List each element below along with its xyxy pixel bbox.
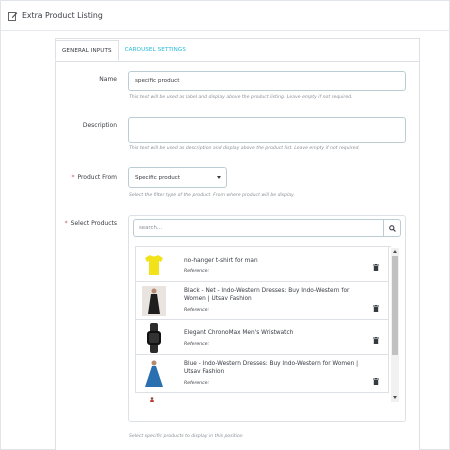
edit-icon xyxy=(8,11,18,21)
search-icon xyxy=(388,224,396,232)
select-products-label-text: Select Products xyxy=(70,220,117,227)
product-name: Black - Net - Indo-Western Dresses: Buy … xyxy=(184,288,350,302)
tshirt-image xyxy=(145,255,163,275)
name-help: This text will be used as label and disp… xyxy=(129,95,353,100)
product-from-label: * Product From xyxy=(60,174,117,181)
trash-icon[interactable] xyxy=(373,305,379,312)
list-item[interactable]: no-hanger t-shirt for man Reference: xyxy=(135,247,389,282)
product-reference: Reference: xyxy=(184,269,209,274)
scrollbar-thumb[interactable] xyxy=(392,256,398,355)
select-products-help: Select specific products to display in t… xyxy=(129,434,243,439)
list-item[interactable]: Elegant ChronoMax Men's Wristwatch Refer… xyxy=(135,320,389,355)
scroll-down-icon[interactable] xyxy=(393,396,397,399)
product-name: Blue - Indo-Western Dresses: Buy Indo-We… xyxy=(184,361,359,375)
product-reference: Reference: xyxy=(184,381,209,386)
description-label: Description xyxy=(82,122,117,129)
name-input[interactable]: specific product xyxy=(128,71,406,91)
tab-general-inputs[interactable]: GENERAL INPUTS xyxy=(55,40,119,61)
product-name: Elegant ChronoMax Men's Wristwatch xyxy=(184,330,294,336)
list-item[interactable]: Black - Net - Indo-Western Dresses: Buy … xyxy=(135,282,389,320)
product-reference: Reference: xyxy=(184,308,209,313)
chevron-down-icon xyxy=(217,176,221,179)
description-textarea[interactable] xyxy=(128,117,406,143)
search-input[interactable]: search... xyxy=(133,219,383,237)
product-from-select[interactable]: Specific product xyxy=(128,167,227,188)
product-reference: Reference: xyxy=(184,342,209,347)
product-from-help: Select the filter type of the product. F… xyxy=(129,193,295,198)
selected-products-list: no-hanger t-shirt for man Reference: Bla… xyxy=(135,246,391,402)
select-products-label: * Select Products xyxy=(60,220,117,227)
name-label: Name xyxy=(99,76,117,83)
tab-bar: GENERAL INPUTS CAROUSEL SETTINGS xyxy=(55,40,192,61)
required-marker: * xyxy=(71,174,75,181)
list-item[interactable]: Blue - Indo-Western Dresses: Buy Indo-We… xyxy=(135,355,389,393)
product-from-label-text: Product From xyxy=(77,174,117,181)
scroll-up-icon[interactable] xyxy=(393,250,397,253)
tab-carousel-settings[interactable]: CAROUSEL SETTINGS xyxy=(119,40,192,61)
dress-image xyxy=(142,286,166,316)
panel-title: Extra Product Listing xyxy=(22,11,103,20)
required-marker: * xyxy=(64,220,68,227)
trash-icon[interactable] xyxy=(373,378,379,385)
panel-heading: Extra Product Listing xyxy=(1,1,450,31)
partial-thumbnail xyxy=(150,397,154,402)
dress-image xyxy=(145,360,163,387)
description-help: This text will be used as description an… xyxy=(129,146,360,151)
search-button[interactable] xyxy=(383,219,401,237)
trash-icon[interactable] xyxy=(373,337,379,344)
product-from-selected: Specific product xyxy=(135,174,181,181)
product-name: no-hanger t-shirt for man xyxy=(184,258,258,264)
trash-icon[interactable] xyxy=(373,264,379,271)
watch-image xyxy=(147,323,161,353)
